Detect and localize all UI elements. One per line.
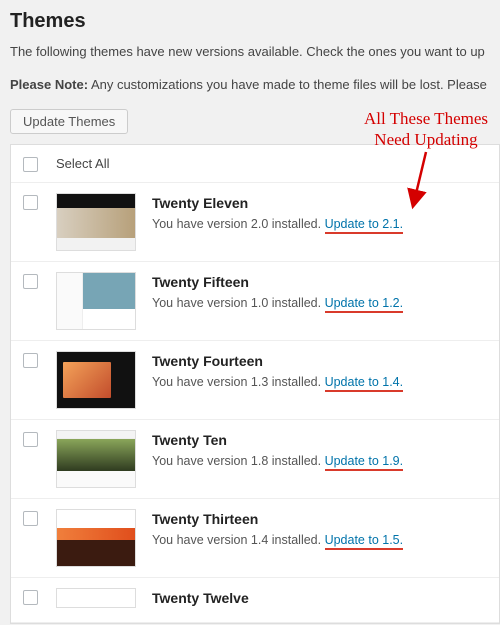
update-link[interactable]: Update to 1.5. [325, 533, 404, 550]
theme-version-line: You have version 1.4 installed. Update t… [152, 533, 403, 547]
theme-name: Twenty Thirteen [152, 511, 403, 527]
installed-version: You have version 1.8 installed. [152, 454, 325, 468]
note-label: Please Note: [10, 77, 88, 92]
theme-checkbox[interactable] [23, 274, 38, 289]
table-row: Twenty Eleven You have version 2.0 insta… [11, 183, 499, 262]
theme-version-line: You have version 1.8 installed. Update t… [152, 454, 403, 468]
theme-name: Twenty Eleven [152, 195, 403, 211]
theme-thumbnail [56, 509, 136, 567]
theme-version-line: You have version 2.0 installed. Update t… [152, 217, 403, 231]
note-body: Any customizations you have made to them… [88, 77, 487, 92]
table-header-row: Select All [11, 145, 499, 183]
installed-version: You have version 2.0 installed. [152, 217, 325, 231]
table-row: Twenty Ten You have version 1.8 installe… [11, 420, 499, 499]
select-all-label[interactable]: Select All [56, 156, 109, 171]
select-all-checkbox[interactable] [23, 157, 38, 172]
installed-version: You have version 1.4 installed. [152, 533, 325, 547]
table-row: Twenty Fourteen You have version 1.3 ins… [11, 341, 499, 420]
theme-thumbnail [56, 193, 136, 251]
update-link[interactable]: Update to 1.4. [325, 375, 404, 392]
installed-version: You have version 1.3 installed. [152, 375, 325, 389]
page-title: Themes [10, 10, 500, 33]
theme-checkbox[interactable] [23, 511, 38, 526]
theme-name: Twenty Ten [152, 432, 403, 448]
theme-thumbnail [56, 588, 136, 608]
theme-checkbox[interactable] [23, 432, 38, 447]
intro-text: The following themes have new versions a… [10, 43, 500, 62]
update-link[interactable]: Update to 1.9. [325, 454, 404, 471]
note-text: Please Note: Any customizations you have… [10, 76, 500, 95]
theme-name: Twenty Fourteen [152, 353, 403, 369]
installed-version: You have version 1.0 installed. [152, 296, 325, 310]
theme-checkbox[interactable] [23, 353, 38, 368]
update-link[interactable]: Update to 2.1. [325, 217, 404, 234]
theme-version-line: You have version 1.0 installed. Update t… [152, 296, 403, 310]
theme-name: Twenty Fifteen [152, 274, 403, 290]
themes-table: Select All Twenty Eleven You have versio… [10, 144, 500, 624]
update-link[interactable]: Update to 1.2. [325, 296, 404, 313]
theme-thumbnail [56, 351, 136, 409]
theme-thumbnail [56, 430, 136, 488]
theme-checkbox[interactable] [23, 195, 38, 210]
table-row: Twenty Twelve [11, 578, 499, 623]
table-row: Twenty Fifteen You have version 1.0 inst… [11, 262, 499, 341]
theme-version-line: You have version 1.3 installed. Update t… [152, 375, 403, 389]
theme-thumbnail [56, 272, 136, 330]
theme-checkbox[interactable] [23, 590, 38, 605]
table-row: Twenty Thirteen You have version 1.4 ins… [11, 499, 499, 578]
update-themes-button[interactable]: Update Themes [10, 109, 128, 134]
theme-name: Twenty Twelve [152, 590, 249, 606]
